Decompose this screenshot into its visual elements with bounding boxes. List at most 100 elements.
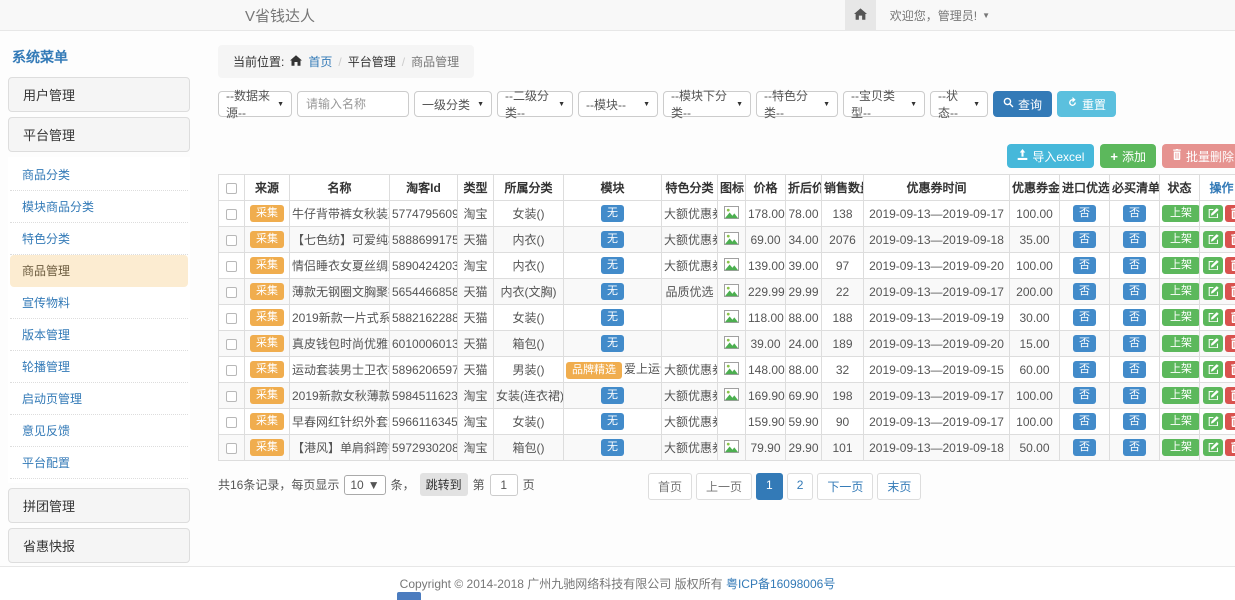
data-source-select[interactable]: --数据来源--▼ bbox=[218, 91, 292, 117]
sidebar-item[interactable]: 宣传物料 bbox=[10, 287, 188, 319]
edit-button[interactable] bbox=[1203, 309, 1223, 326]
import-select-badge[interactable]: 否 bbox=[1073, 413, 1096, 430]
delete-button[interactable] bbox=[1225, 205, 1235, 222]
sidebar-item[interactable]: 启动页管理 bbox=[10, 383, 188, 415]
import-select-badge[interactable]: 否 bbox=[1073, 231, 1096, 248]
edit-button[interactable] bbox=[1203, 439, 1223, 456]
home-button[interactable] bbox=[845, 0, 876, 30]
delete-button[interactable] bbox=[1225, 387, 1235, 404]
must-buy-badge[interactable]: 否 bbox=[1123, 387, 1146, 404]
page-button[interactable]: 上一页 bbox=[696, 473, 752, 500]
edit-button[interactable] bbox=[1203, 231, 1223, 248]
status-badge[interactable]: 上架 bbox=[1162, 205, 1200, 222]
import-excel-button[interactable]: 导入excel bbox=[1007, 144, 1094, 168]
sidebar-group-users[interactable]: 用户管理 bbox=[8, 77, 190, 112]
sidebar-item[interactable]: 轮播管理 bbox=[10, 351, 188, 383]
row-checkbox[interactable] bbox=[226, 287, 237, 298]
delete-button[interactable] bbox=[1225, 361, 1235, 378]
feature-category-select[interactable]: --特色分类--▼ bbox=[756, 91, 838, 117]
name-input[interactable] bbox=[297, 91, 409, 117]
sidebar-item[interactable]: 模块商品分类 bbox=[10, 191, 188, 223]
jump-page-input[interactable] bbox=[490, 474, 518, 496]
import-select-badge[interactable]: 否 bbox=[1073, 283, 1096, 300]
status-badge[interactable]: 上架 bbox=[1162, 283, 1200, 300]
reset-button[interactable]: 重置 bbox=[1057, 91, 1116, 117]
breadcrumb-home-link[interactable]: 首页 bbox=[308, 53, 332, 70]
delete-button[interactable] bbox=[1225, 335, 1235, 352]
status-badge[interactable]: 上架 bbox=[1162, 257, 1200, 274]
import-select-badge[interactable]: 否 bbox=[1073, 309, 1096, 326]
page-button[interactable]: 末页 bbox=[877, 473, 921, 500]
import-select-badge[interactable]: 否 bbox=[1073, 439, 1096, 456]
must-buy-badge[interactable]: 否 bbox=[1123, 205, 1146, 222]
row-checkbox[interactable] bbox=[226, 261, 237, 272]
must-buy-badge[interactable]: 否 bbox=[1123, 361, 1146, 378]
import-select-badge[interactable]: 否 bbox=[1073, 257, 1096, 274]
import-select-badge[interactable]: 否 bbox=[1073, 335, 1096, 352]
must-buy-badge[interactable]: 否 bbox=[1123, 335, 1146, 352]
module-sub-select[interactable]: --模块下分类--▼ bbox=[663, 91, 751, 117]
edit-button[interactable] bbox=[1203, 205, 1223, 222]
page-button[interactable]: 首页 bbox=[648, 473, 692, 500]
must-buy-badge[interactable]: 否 bbox=[1123, 413, 1146, 430]
edit-button[interactable] bbox=[1203, 257, 1223, 274]
must-buy-badge[interactable]: 否 bbox=[1123, 257, 1146, 274]
delete-button[interactable] bbox=[1225, 309, 1235, 326]
row-checkbox[interactable] bbox=[226, 313, 237, 324]
status-badge[interactable]: 上架 bbox=[1162, 231, 1200, 248]
delete-button[interactable] bbox=[1225, 283, 1235, 300]
item-type-select[interactable]: --宝贝类型--▼ bbox=[843, 91, 925, 117]
delete-button[interactable] bbox=[1225, 231, 1235, 248]
status-select[interactable]: --状态--▼ bbox=[930, 91, 988, 117]
import-select-badge[interactable]: 否 bbox=[1073, 387, 1096, 404]
must-buy-badge[interactable]: 否 bbox=[1123, 283, 1146, 300]
user-menu[interactable]: 欢迎您，管理员! ▼ bbox=[890, 7, 990, 24]
sidebar-item[interactable]: 商品管理 bbox=[10, 255, 188, 287]
row-checkbox[interactable] bbox=[226, 365, 237, 376]
page-button[interactable]: 下一页 bbox=[817, 473, 873, 500]
delete-button[interactable] bbox=[1225, 439, 1235, 456]
status-badge[interactable]: 上架 bbox=[1162, 387, 1200, 404]
select-all-checkbox[interactable] bbox=[226, 183, 237, 194]
must-buy-badge[interactable]: 否 bbox=[1123, 439, 1146, 456]
row-checkbox[interactable] bbox=[226, 391, 237, 402]
row-checkbox[interactable] bbox=[226, 417, 237, 428]
sidebar-item[interactable]: 特色分类 bbox=[10, 223, 188, 255]
search-button[interactable]: 查询 bbox=[993, 91, 1052, 117]
add-button[interactable]: + 添加 bbox=[1100, 144, 1156, 168]
must-buy-badge[interactable]: 否 bbox=[1123, 231, 1146, 248]
sidebar-group[interactable]: 省惠快报 bbox=[8, 528, 190, 563]
icp-link[interactable]: 粤ICP备16098006号 bbox=[726, 575, 835, 592]
level1-category-select[interactable]: 一级分类▼ bbox=[414, 91, 492, 117]
row-checkbox[interactable] bbox=[226, 209, 237, 220]
status-badge[interactable]: 上架 bbox=[1162, 439, 1200, 456]
sidebar-item[interactable]: 意见反馈 bbox=[10, 415, 188, 447]
sidebar-group[interactable]: 拼团管理 bbox=[8, 488, 190, 523]
page-button[interactable]: 2 bbox=[787, 473, 814, 500]
edit-button[interactable] bbox=[1203, 413, 1223, 430]
sidebar-item[interactable]: 商品分类 bbox=[10, 159, 188, 191]
edit-button[interactable] bbox=[1203, 335, 1223, 352]
edit-button[interactable] bbox=[1203, 283, 1223, 300]
module-select[interactable]: --模块--▼ bbox=[578, 91, 658, 117]
sidebar-item[interactable]: 版本管理 bbox=[10, 319, 188, 351]
status-badge[interactable]: 上架 bbox=[1162, 335, 1200, 352]
delete-button[interactable] bbox=[1225, 257, 1235, 274]
row-checkbox[interactable] bbox=[226, 443, 237, 454]
edit-button[interactable] bbox=[1203, 361, 1223, 378]
status-badge[interactable]: 上架 bbox=[1162, 413, 1200, 430]
batch-delete-button[interactable]: 批量删除 bbox=[1162, 144, 1235, 168]
jump-button[interactable]: 跳转到 bbox=[420, 473, 468, 496]
import-select-badge[interactable]: 否 bbox=[1073, 361, 1096, 378]
page-button[interactable]: 1 bbox=[756, 473, 783, 500]
sidebar-group-platform[interactable]: 平台管理 bbox=[8, 117, 190, 152]
row-checkbox[interactable] bbox=[226, 339, 237, 350]
status-badge[interactable]: 上架 bbox=[1162, 309, 1200, 326]
level2-category-select[interactable]: --二级分类--▼ bbox=[497, 91, 573, 117]
page-size-select[interactable]: 10▼ bbox=[344, 475, 385, 495]
delete-button[interactable] bbox=[1225, 413, 1235, 430]
must-buy-badge[interactable]: 否 bbox=[1123, 309, 1146, 326]
sidebar-item[interactable]: 平台配置 bbox=[10, 447, 188, 479]
import-select-badge[interactable]: 否 bbox=[1073, 205, 1096, 222]
row-checkbox[interactable] bbox=[226, 235, 237, 246]
